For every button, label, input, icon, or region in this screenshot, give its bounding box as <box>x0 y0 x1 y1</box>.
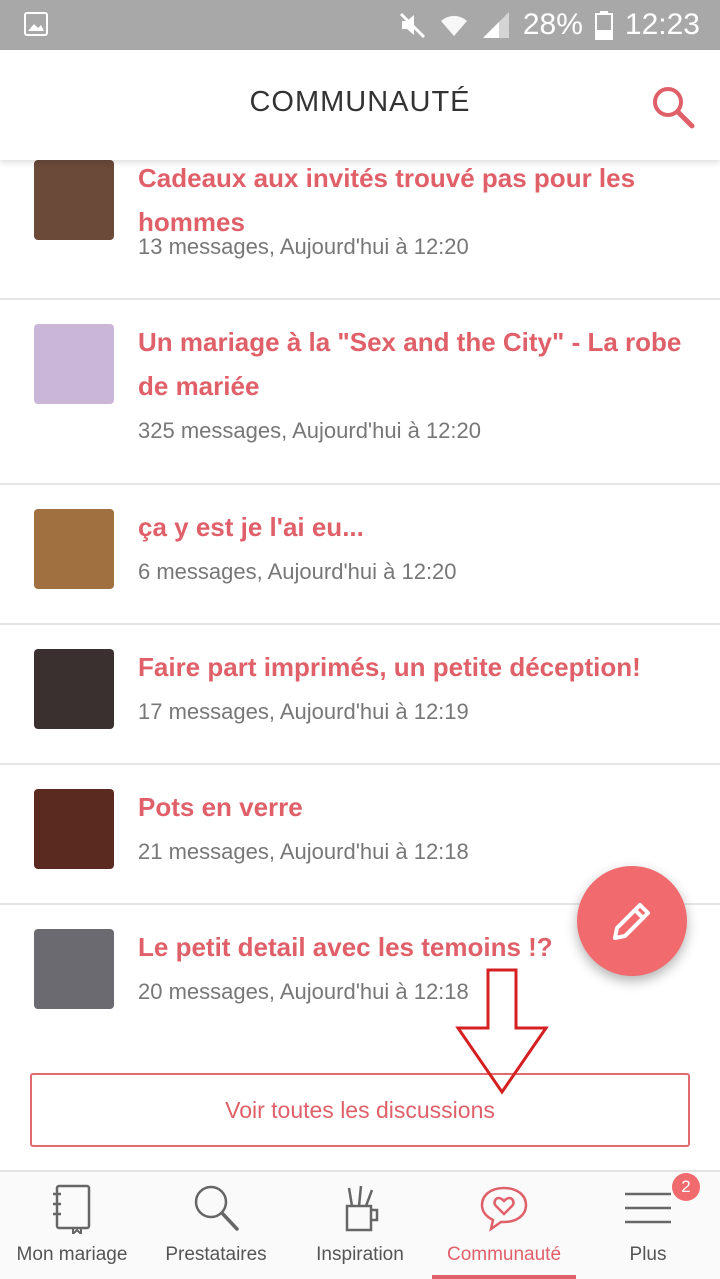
thread-title[interactable]: Faire part imprimés, un petite déception… <box>138 645 688 689</box>
thread-item[interactable]: ça y est je l'ai eu... 6 messages, Aujou… <box>0 485 720 625</box>
bottom-nav: Mon mariage Prestataires Inspiration Com… <box>0 1170 720 1279</box>
battery-icon <box>594 11 613 40</box>
avatar <box>34 929 114 1009</box>
menu-icon <box>625 1192 671 1224</box>
see-all-discussions-button[interactable]: Voir toutes les discussions <box>30 1073 690 1147</box>
avatar <box>34 649 114 729</box>
active-tab-indicator <box>432 1275 576 1279</box>
nav-item-prestataires[interactable]: Prestataires <box>144 1172 288 1279</box>
image-notification-icon <box>24 12 48 36</box>
thread-item[interactable]: Cadeaux aux invités trouvé pas pour les … <box>0 160 720 300</box>
notebook-icon <box>53 1184 91 1234</box>
notification-badge: 2 <box>672 1173 700 1201</box>
thread-meta: 325 messages, Aujourd'hui à 12:20 <box>138 418 481 443</box>
down-arrow-annotation <box>455 968 549 1095</box>
nav-label: Plus <box>629 1244 667 1265</box>
heart-bubble-icon <box>480 1186 528 1232</box>
thread-meta: 20 messages, Aujourd'hui à 12:18 <box>138 979 469 1004</box>
thread-title[interactable]: Pots en verre <box>138 785 688 829</box>
nav-item-inspiration[interactable]: Inspiration <box>288 1172 432 1279</box>
new-post-button[interactable] <box>577 866 687 976</box>
thread-meta: 21 messages, Aujourd'hui à 12:18 <box>138 839 469 864</box>
page-title: COMMUNAUTÉ <box>249 86 471 118</box>
thread-item[interactable]: Faire part imprimés, un petite déception… <box>0 625 720 765</box>
avatar <box>34 789 114 869</box>
thread-meta: 13 messages, Aujourd'hui à 12:20 <box>138 234 469 259</box>
avatar <box>34 509 114 589</box>
signal-icon <box>482 12 509 38</box>
search-icon[interactable] <box>650 84 696 130</box>
nav-item-communaute[interactable]: Communauté <box>432 1172 576 1279</box>
avatar <box>34 324 114 404</box>
app-header: COMMUNAUTÉ <box>0 50 720 160</box>
status-bar: 28% 12:23 <box>0 0 720 50</box>
nav-label: Inspiration <box>316 1244 404 1265</box>
thread-title[interactable]: Cadeaux aux invités trouvé pas pour les … <box>138 160 688 244</box>
mute-icon <box>399 12 425 39</box>
thread-meta: 17 messages, Aujourd'hui à 12:19 <box>138 699 469 724</box>
thread-item[interactable]: Un mariage à la "Sex and the City" - La … <box>0 300 720 485</box>
thread-meta: 6 messages, Aujourd'hui à 12:20 <box>138 559 457 584</box>
pencil-icon <box>613 903 650 940</box>
search-icon <box>194 1185 239 1231</box>
wifi-icon <box>440 15 467 36</box>
thread-title[interactable]: Un mariage à la "Sex and the City" - La … <box>138 320 688 408</box>
thread-list: Cadeaux aux invités trouvé pas pour les … <box>0 160 720 1170</box>
nav-label: Mon mariage <box>16 1244 128 1265</box>
pencil-cup-icon <box>345 1185 379 1232</box>
status-icons: 28% 12:23 <box>397 0 700 50</box>
battery-percent: 28% <box>522 8 583 41</box>
avatar <box>34 160 114 240</box>
nav-label: Communauté <box>446 1244 562 1265</box>
clock-time: 12:23 <box>624 8 700 41</box>
nav-label: Prestataires <box>165 1244 267 1265</box>
thread-title[interactable]: ça y est je l'ai eu... <box>138 505 688 549</box>
nav-item-mon-mariage[interactable]: Mon mariage <box>0 1172 144 1279</box>
